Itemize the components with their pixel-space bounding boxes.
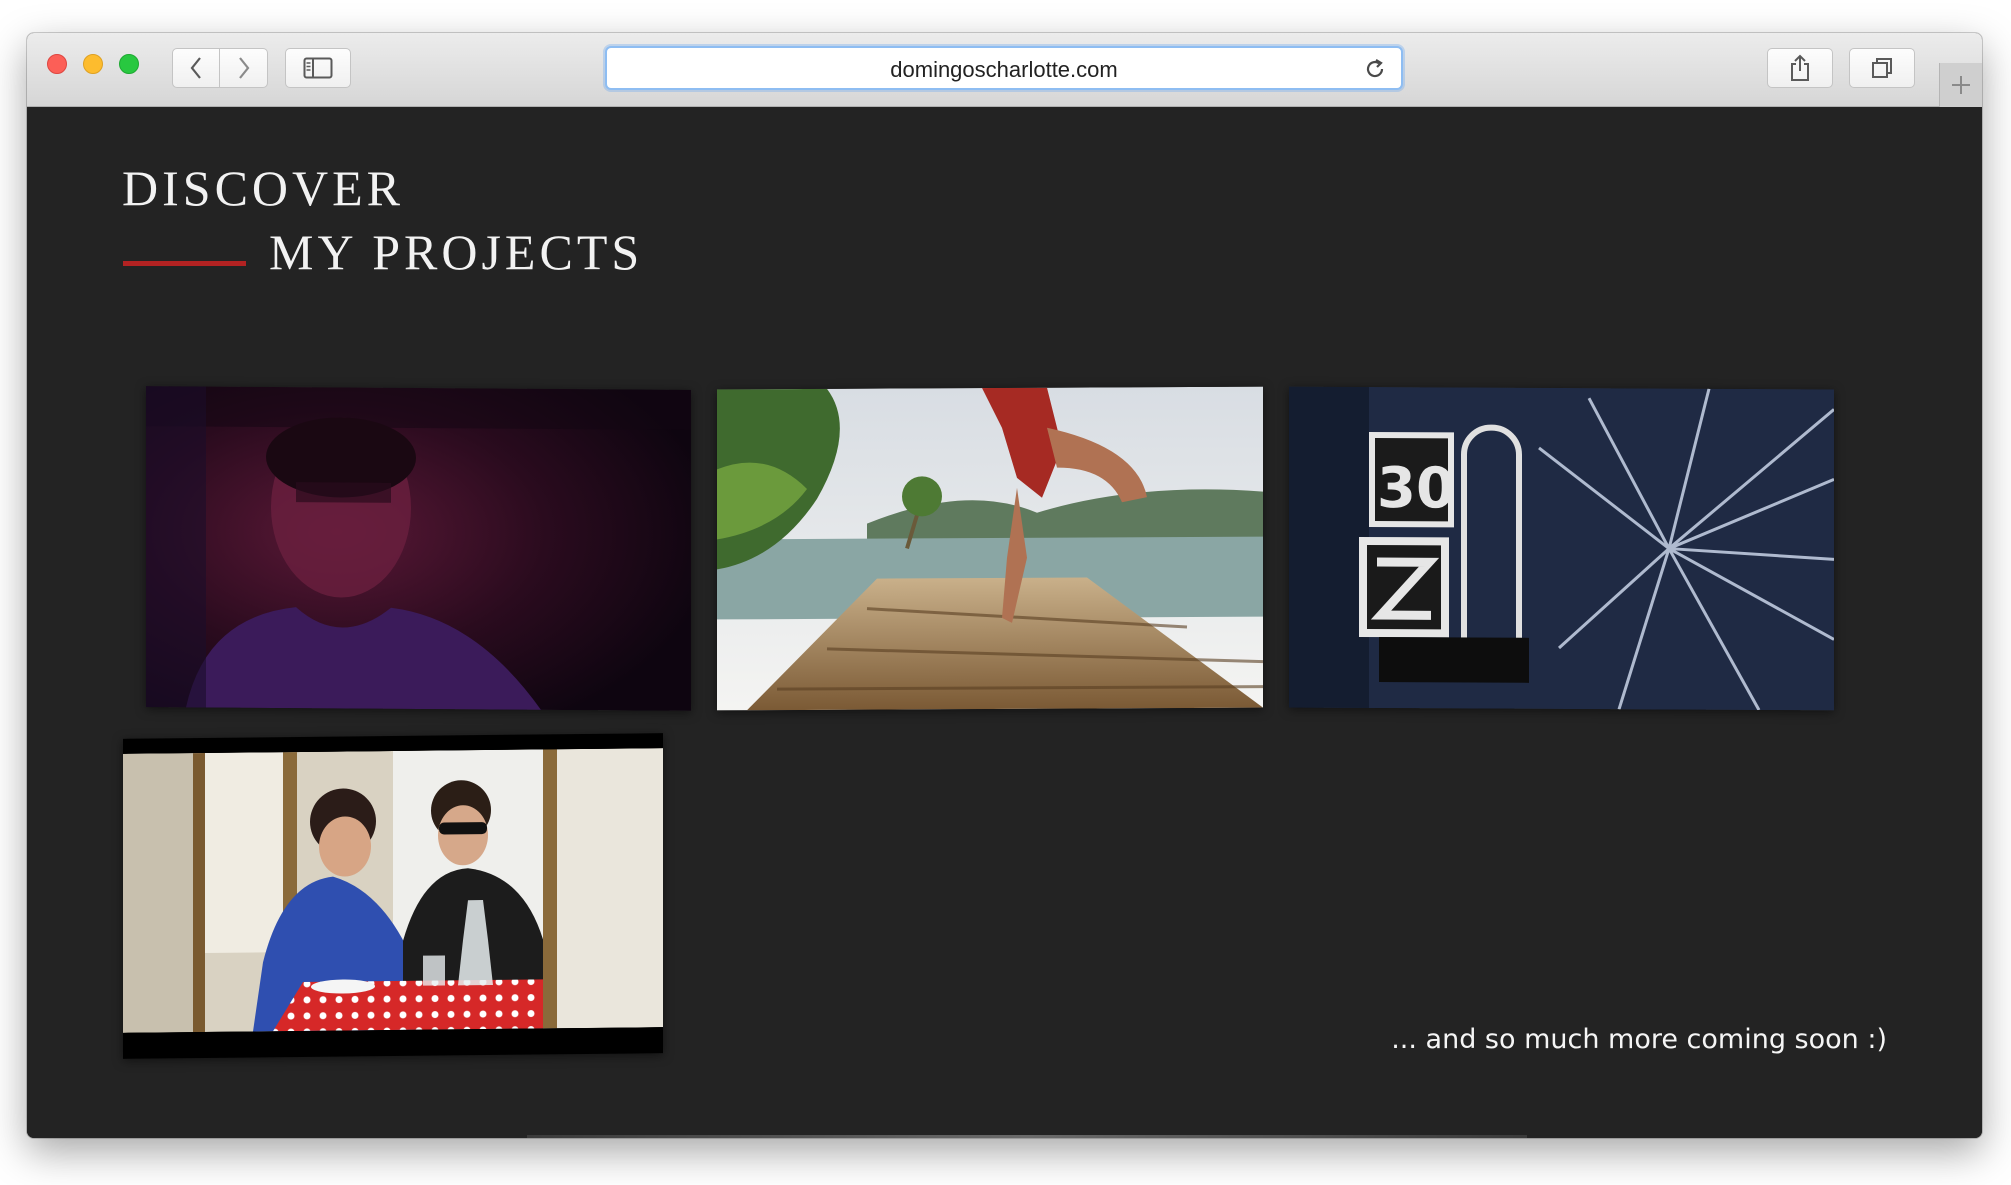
project-thumbnail-man-in-purple-light[interactable] (146, 386, 691, 711)
share-button[interactable] (1767, 48, 1833, 88)
close-window-button[interactable] (47, 54, 67, 74)
next-section-edge (527, 1135, 1527, 1138)
couple-at-cafe-table-image (123, 748, 663, 1033)
reload-icon[interactable] (1363, 57, 1387, 81)
project-thumbnail-street-sign-30[interactable]: 30 (1289, 386, 1834, 711)
browser-window: domingoscharlotte.com DISCOVER MY PROJEC… (27, 33, 1982, 1138)
sidebar-icon (303, 57, 333, 79)
browser-toolbar: domingoscharlotte.com (27, 33, 1982, 107)
heading-discover: DISCOVER (122, 160, 405, 216)
heading-my-projects: MY PROJECTS (269, 224, 644, 280)
coming-soon-note: ... and so much more coming soon :) (1391, 1024, 1887, 1055)
share-icon (1791, 54, 1809, 81)
street-sign-30-monochrome-image: 30 (1289, 386, 1834, 711)
project-thumbnail-running-on-wooden-dock[interactable] (717, 386, 1263, 711)
show-tabs-button[interactable] (1849, 48, 1915, 88)
page-content: DISCOVER MY PROJECTS 30 ... and so much … (27, 108, 1982, 1138)
tabs-overview-icon (1872, 58, 1892, 78)
url-text[interactable]: domingoscharlotte.com (607, 57, 1401, 83)
heading-accent-rule (123, 261, 246, 266)
man-in-purple-light-image (146, 386, 691, 711)
new-tab-button[interactable] (1939, 63, 1982, 107)
address-bar[interactable]: domingoscharlotte.com (605, 46, 1403, 90)
project-thumbnail-couple-at-cafe[interactable] (123, 733, 663, 1059)
minimize-window-button[interactable] (83, 54, 103, 74)
chevron-right-icon (238, 57, 249, 79)
chevron-left-icon (190, 57, 201, 79)
zoom-window-button[interactable] (119, 54, 139, 74)
sidebar-button[interactable] (285, 48, 351, 88)
svg-text:30: 30 (1377, 456, 1455, 521)
back-button[interactable] (172, 48, 220, 88)
forward-button[interactable] (220, 48, 268, 88)
running-on-wooden-dock-image (717, 386, 1263, 711)
plus-icon (1952, 76, 1970, 94)
